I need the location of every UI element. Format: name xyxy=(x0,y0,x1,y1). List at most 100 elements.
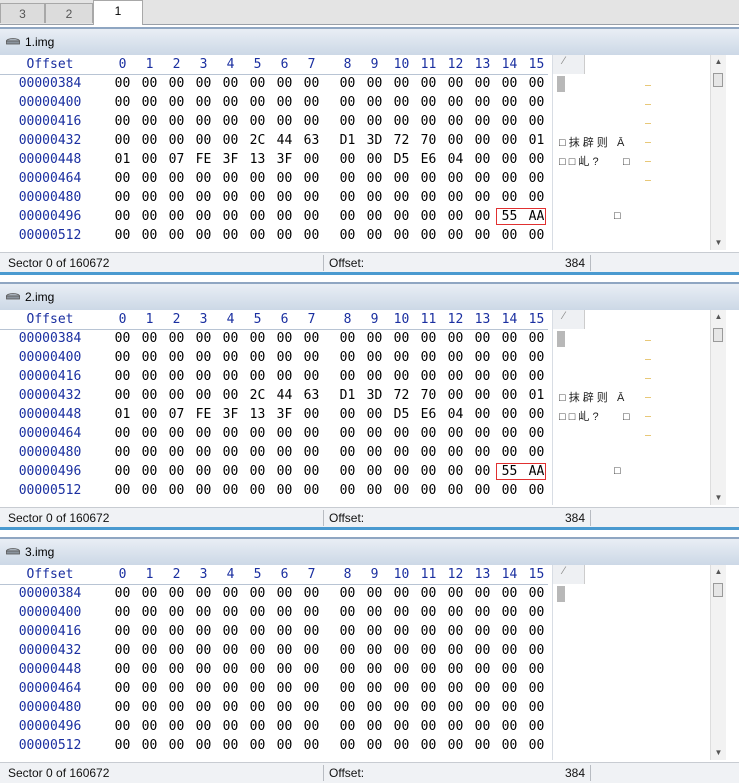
hex-byte[interactable]: 00 xyxy=(163,680,190,697)
hex-byte[interactable]: 00 xyxy=(298,368,325,385)
hex-byte[interactable]: 00 xyxy=(496,642,523,659)
hex-byte[interactable]: 00 xyxy=(523,151,550,168)
hex-byte[interactable]: 00 xyxy=(298,623,325,640)
hex-byte[interactable]: 00 xyxy=(442,623,469,640)
hex-byte[interactable]: 00 xyxy=(271,170,298,187)
hex-byte[interactable]: 00 xyxy=(388,208,415,225)
hex-byte[interactable]: 00 xyxy=(217,680,244,697)
hex-byte[interactable]: 00 xyxy=(388,642,415,659)
hex-byte[interactable]: 00 xyxy=(334,208,361,225)
hex-byte[interactable]: 00 xyxy=(469,642,496,659)
hex-byte[interactable]: 00 xyxy=(271,642,298,659)
hex-byte[interactable]: 00 xyxy=(388,680,415,697)
hex-byte[interactable]: 00 xyxy=(244,330,271,347)
scroll-down-arrow[interactable]: ▼ xyxy=(714,239,723,247)
hex-byte[interactable]: 00 xyxy=(190,189,217,206)
hex-byte[interactable]: 00 xyxy=(442,170,469,187)
hex-byte[interactable]: 00 xyxy=(415,94,442,111)
hex-byte[interactable]: 00 xyxy=(415,699,442,716)
hex-byte[interactable]: 00 xyxy=(361,425,388,442)
hex-byte[interactable]: 00 xyxy=(361,444,388,461)
hex-row[interactable]: 00000512 00 00 00 00 00 00 00 00 00 00 00 00 00 00 00 00 xyxy=(0,481,548,500)
hex-byte[interactable]: 00 xyxy=(136,604,163,621)
hex-byte[interactable]: 00 xyxy=(217,227,244,244)
hex-byte[interactable]: 00 xyxy=(244,349,271,366)
hex-row[interactable]: 00000432 00 00 00 00 00 00 00 00 00 00 00 00 00 00 00 00 xyxy=(0,641,548,660)
hex-byte[interactable]: 00 xyxy=(361,680,388,697)
hex-byte[interactable]: 00 xyxy=(361,349,388,366)
hex-byte[interactable]: 00 xyxy=(136,661,163,678)
hex-byte[interactable]: 00 xyxy=(298,330,325,347)
hex-byte[interactable]: 00 xyxy=(190,330,217,347)
hex-byte[interactable]: 00 xyxy=(136,680,163,697)
scroll-up-arrow[interactable]: ▲ xyxy=(714,313,723,321)
hex-byte[interactable]: 00 xyxy=(190,170,217,187)
hex-byte[interactable]: 72 xyxy=(388,387,415,404)
hex-byte[interactable]: 00 xyxy=(271,368,298,385)
hex-byte[interactable]: 00 xyxy=(190,463,217,480)
hex-byte[interactable]: E6 xyxy=(415,406,442,423)
hex-byte[interactable]: 00 xyxy=(136,737,163,754)
hex-byte[interactable]: 00 xyxy=(496,75,523,92)
hex-byte[interactable]: 00 xyxy=(298,661,325,678)
hex-byte[interactable]: 00 xyxy=(217,132,244,149)
hex-byte[interactable]: 00 xyxy=(334,406,361,423)
hex-byte[interactable]: 00 xyxy=(334,170,361,187)
hex-byte[interactable]: 00 xyxy=(190,604,217,621)
hex-byte[interactable]: 00 xyxy=(190,661,217,678)
hex-byte[interactable]: 00 xyxy=(388,604,415,621)
hex-byte[interactable]: 00 xyxy=(469,737,496,754)
hex-byte[interactable]: 00 xyxy=(388,425,415,442)
hex-byte[interactable]: 00 xyxy=(298,444,325,461)
hex-byte[interactable]: 00 xyxy=(523,170,550,187)
hex-byte[interactable]: 00 xyxy=(469,208,496,225)
hex-byte[interactable]: 00 xyxy=(136,170,163,187)
hex-byte[interactable]: 00 xyxy=(190,444,217,461)
hex-byte[interactable]: 00 xyxy=(136,718,163,735)
hex-byte[interactable]: 00 xyxy=(523,623,550,640)
hex-byte[interactable]: 00 xyxy=(163,227,190,244)
hex-byte[interactable]: 00 xyxy=(496,387,523,404)
hex-byte[interactable]: 00 xyxy=(523,718,550,735)
hex-byte[interactable]: 00 xyxy=(442,718,469,735)
hex-byte[interactable]: 00 xyxy=(217,444,244,461)
hex-byte[interactable]: 00 xyxy=(109,113,136,130)
hex-byte[interactable]: 00 xyxy=(217,170,244,187)
hex-byte[interactable]: 00 xyxy=(217,737,244,754)
hex-row[interactable]: 00000464 00 00 00 00 00 00 00 00 00 00 00 00 00 00 00 00 xyxy=(0,424,548,443)
hex-byte[interactable]: 00 xyxy=(442,444,469,461)
hex-byte[interactable]: 00 xyxy=(136,463,163,480)
text-column[interactable]: ⁄ xyxy=(552,565,709,760)
hex-byte[interactable]: 00 xyxy=(415,170,442,187)
hex-byte[interactable]: 00 xyxy=(334,642,361,659)
hex-byte[interactable]: 00 xyxy=(469,368,496,385)
hex-byte[interactable]: 00 xyxy=(523,75,550,92)
hex-byte[interactable]: 00 xyxy=(496,623,523,640)
hex-byte[interactable]: 00 xyxy=(217,330,244,347)
hex-byte[interactable]: 00 xyxy=(442,368,469,385)
hex-byte[interactable]: D1 xyxy=(334,132,361,149)
hex-byte[interactable]: 00 xyxy=(415,189,442,206)
hex-byte[interactable]: 00 xyxy=(523,425,550,442)
hex-byte[interactable]: 00 xyxy=(163,642,190,659)
hex-byte[interactable]: 00 xyxy=(361,94,388,111)
hex-byte[interactable]: 00 xyxy=(136,113,163,130)
hex-byte[interactable]: 00 xyxy=(415,680,442,697)
hex-byte[interactable]: 00 xyxy=(334,425,361,442)
hex-byte[interactable]: 00 xyxy=(244,189,271,206)
hex-byte[interactable]: 00 xyxy=(334,585,361,602)
hex-byte[interactable]: 00 xyxy=(109,718,136,735)
hex-byte[interactable]: 00 xyxy=(298,425,325,442)
hex-byte[interactable]: 00 xyxy=(244,661,271,678)
hex-byte[interactable]: 00 xyxy=(334,463,361,480)
hex-row[interactable]: 00000384 00 00 00 00 00 00 00 00 00 00 00 00 00 00 00 00 xyxy=(0,584,548,603)
hex-byte[interactable]: 00 xyxy=(109,170,136,187)
hex-byte[interactable]: 00 xyxy=(388,349,415,366)
scroll-up-arrow[interactable]: ▲ xyxy=(714,568,723,576)
hex-byte[interactable]: 00 xyxy=(298,585,325,602)
text-column[interactable]: ⁄ □ 抹 辟 则 Ā □ □ 乢 ? □ □ xyxy=(552,310,709,505)
hex-byte[interactable]: 00 xyxy=(244,623,271,640)
hex-byte[interactable]: 00 xyxy=(163,482,190,499)
hex-byte[interactable]: 00 xyxy=(496,444,523,461)
hex-byte[interactable]: 00 xyxy=(109,94,136,111)
